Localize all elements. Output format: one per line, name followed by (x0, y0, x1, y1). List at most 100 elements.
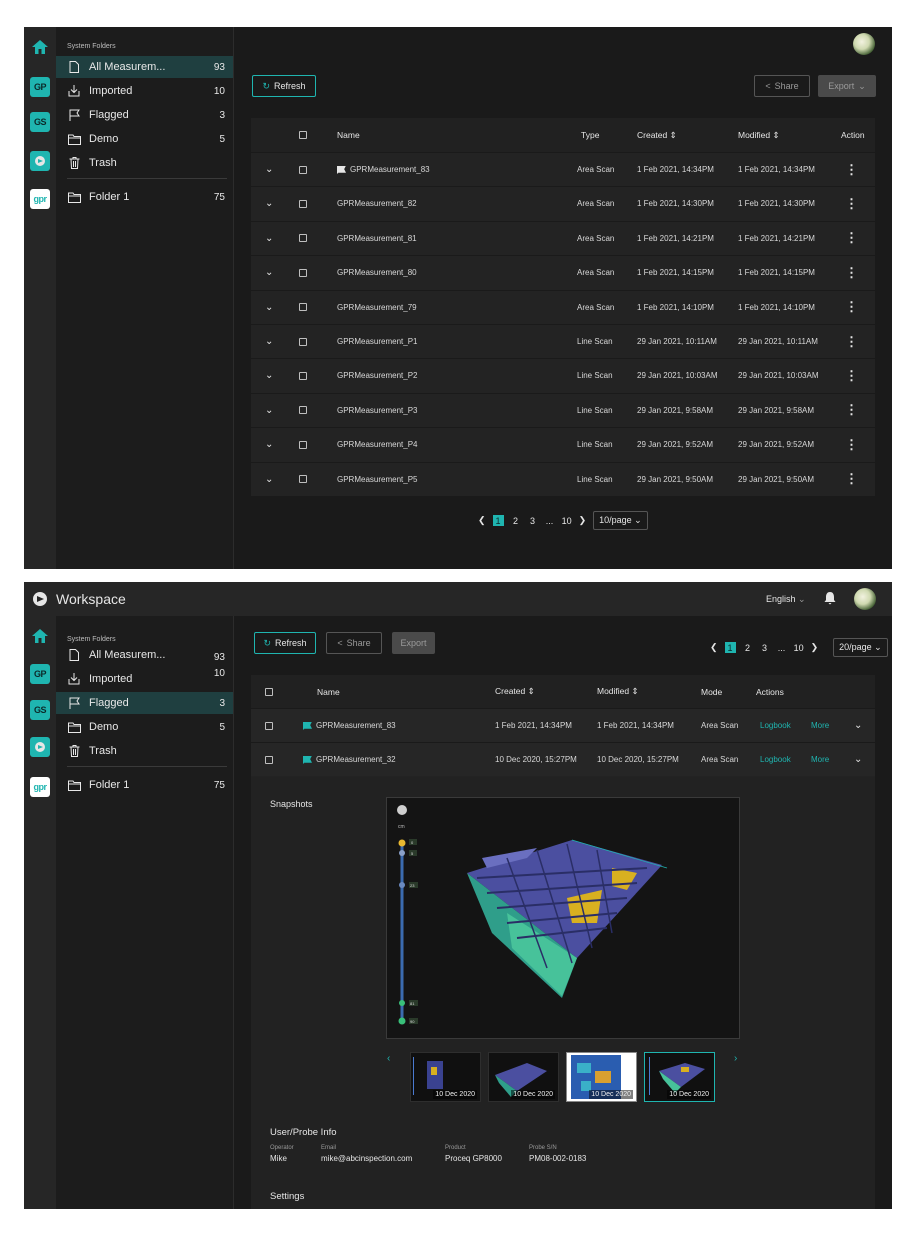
share-button[interactable]: < Share (326, 632, 382, 654)
snapshot-thumb-4[interactable]: 10 Dec 2020 (644, 1052, 715, 1102)
thumbs-prev-icon[interactable]: ‹ (387, 1053, 390, 1064)
row-checkbox[interactable] (299, 303, 307, 312)
sidebar-item-trash[interactable]: Trash (56, 152, 233, 174)
refresh-button[interactable]: ↻ Refresh (252, 75, 316, 97)
table-row[interactable]: ⌄ GPRMeasurement_P5 Line Scan 29 Jan 2021, … (251, 461, 875, 496)
page-3[interactable]: 3 (528, 515, 538, 526)
logbook-link[interactable]: Logbook (760, 743, 791, 776)
more-actions-icon[interactable]: ⋮ (845, 230, 858, 246)
chevron-right-icon[interactable]: ❯ (811, 642, 819, 653)
page-size-select[interactable]: 10/page ⌄ (593, 511, 648, 530)
row-name[interactable]: GPRMeasurement_81 (337, 222, 417, 255)
table-row[interactable]: ⌄ GPRMeasurement_81 Area Scan 1 Feb 2021, 1… (251, 220, 875, 255)
table-row[interactable]: ⌄ GPRMeasurement_79 Area Scan 1 Feb 2021, 1… (251, 289, 875, 324)
gp-app-icon[interactable]: GP (30, 664, 50, 684)
row-name[interactable]: GPRMeasurement_32 (303, 743, 396, 776)
snapshot-thumb-2[interactable]: 10 Dec 2020 (488, 1052, 559, 1102)
gp-app-icon[interactable]: GP (30, 77, 50, 97)
sidebar-item-all-measurements[interactable]: All Measurem... 93 (56, 644, 233, 666)
chevron-right-icon[interactable]: ❯ (579, 515, 587, 526)
row-name[interactable]: GPRMeasurement_79 (337, 291, 417, 324)
bell-icon[interactable] (824, 591, 836, 610)
row-name[interactable]: GPRMeasurement_P1 (337, 325, 417, 358)
more-actions-icon[interactable]: ⋮ (845, 471, 858, 487)
more-actions-icon[interactable]: ⋮ (845, 196, 858, 212)
table-row[interactable]: ⌄ GPRMeasurement_P1 Line Scan 29 Jan 2021, … (251, 324, 875, 358)
chevron-down-icon[interactable]: ⌄ (265, 302, 273, 313)
more-actions-icon[interactable]: ⋮ (845, 334, 858, 350)
chevron-down-icon[interactable]: ⌄ (265, 336, 273, 347)
share-button[interactable]: < Share (754, 75, 810, 97)
table-row[interactable]: GPRMeasurement_83 1 Feb 2021, 14:34PM 1 Fe… (251, 708, 875, 742)
row-name[interactable]: GPRMeasurement_P4 (337, 428, 417, 461)
chevron-down-icon[interactable]: ⌄ (265, 370, 273, 381)
row-checkbox[interactable] (265, 721, 273, 730)
table-row[interactable]: ⌄ GPRMeasurement_P2 Line Scan 29 Jan 2021, … (251, 358, 875, 392)
gpr-app-icon[interactable]: gpr (30, 189, 50, 209)
snapshot-thumb-3[interactable]: 10 Dec 2020 (566, 1052, 637, 1102)
row-checkbox[interactable] (299, 199, 307, 208)
sidebar-item-imported[interactable]: Imported 10 (56, 80, 233, 102)
snapshot-viewer[interactable]: cm 0 5 23 81 90 (386, 797, 740, 1039)
chevron-down-icon[interactable]: ⌄ (265, 267, 273, 278)
export-button[interactable]: Export ⌄ (818, 75, 876, 97)
column-name[interactable]: Name (317, 675, 340, 708)
sidebar-item-trash[interactable]: Trash (56, 740, 233, 762)
user-avatar[interactable] (854, 588, 876, 610)
row-checkbox[interactable] (299, 440, 307, 449)
chevron-down-icon[interactable]: ⌄ (265, 474, 273, 485)
user-avatar[interactable] (853, 33, 875, 55)
row-name[interactable]: GPRMeasurement_83 (303, 709, 396, 742)
row-name[interactable]: GPRMeasurement_P5 (337, 463, 417, 496)
page-1[interactable]: 1 (724, 642, 736, 653)
sidebar-item-flagged[interactable]: Flagged 3 (56, 692, 233, 714)
row-checkbox[interactable] (299, 371, 307, 380)
sidebar-item-demo[interactable]: Demo 5 (56, 716, 233, 738)
row-checkbox[interactable] (299, 165, 307, 174)
table-row[interactable]: ⌄ GPRMeasurement_80 Area Scan 1 Feb 2021, 1… (251, 255, 875, 289)
gs-app-icon[interactable]: GS (30, 112, 50, 132)
row-name[interactable]: GPRMeasurement_82 (337, 187, 417, 220)
chevron-left-icon[interactable]: ❮ (478, 515, 486, 526)
page-size-select[interactable]: 20/page ⌄ (833, 638, 888, 657)
chevron-down-icon[interactable]: ⌄ (854, 720, 862, 731)
sidebar-item-demo[interactable]: Demo 5 (56, 128, 233, 150)
eagle-app-icon[interactable] (30, 737, 50, 757)
more-actions-icon[interactable]: ⋮ (845, 265, 858, 281)
column-name[interactable]: Name (337, 118, 360, 152)
more-actions-icon[interactable]: ⋮ (845, 437, 858, 453)
column-modified[interactable]: Modified ⇕ (738, 118, 780, 152)
more-actions-icon[interactable]: ⋮ (845, 402, 858, 418)
language-select[interactable]: English ⌄ (766, 594, 806, 605)
table-row[interactable]: ⌄ GPRMeasurement_P3 Line Scan 29 Jan 2021, … (251, 392, 875, 427)
column-created[interactable]: Created ⇕ (495, 675, 535, 708)
export-button[interactable]: Export (392, 632, 435, 654)
row-name[interactable]: GPRMeasurement_P2 (337, 359, 417, 392)
row-checkbox[interactable] (299, 406, 307, 415)
more-actions-icon[interactable]: ⋮ (845, 299, 858, 315)
row-checkbox[interactable] (299, 475, 307, 484)
column-modified[interactable]: Modified ⇕ (597, 675, 639, 708)
page-3[interactable]: 3 (760, 642, 770, 653)
logbook-link[interactable]: Logbook (760, 709, 791, 742)
eagle-app-icon[interactable] (30, 151, 50, 171)
home-icon[interactable] (30, 626, 50, 646)
sidebar-item-imported[interactable]: Imported 10 (56, 668, 233, 690)
row-name[interactable]: GPRMeasurement_83 (337, 153, 430, 186)
row-name[interactable]: GPRMeasurement_80 (337, 256, 417, 289)
row-checkbox[interactable] (299, 234, 307, 243)
page-10[interactable]: 10 (562, 515, 572, 526)
chevron-down-icon[interactable]: ⌄ (854, 754, 862, 765)
row-checkbox[interactable] (299, 268, 307, 277)
page-1[interactable]: 1 (492, 515, 504, 526)
more-actions-icon[interactable]: ⋮ (845, 162, 858, 178)
select-all-checkbox[interactable] (299, 131, 307, 139)
row-checkbox[interactable] (299, 337, 307, 346)
home-icon[interactable] (30, 37, 50, 57)
thumbs-next-icon[interactable]: › (734, 1053, 737, 1064)
table-row[interactable]: ⌄ GPRMeasurement_82 Area Scan 1 Feb 2021, 1… (251, 186, 875, 220)
chevron-left-icon[interactable]: ❮ (710, 642, 718, 653)
column-created[interactable]: Created ⇕ (637, 118, 677, 152)
select-all-checkbox[interactable] (265, 687, 273, 696)
page-2[interactable]: 2 (511, 515, 521, 526)
